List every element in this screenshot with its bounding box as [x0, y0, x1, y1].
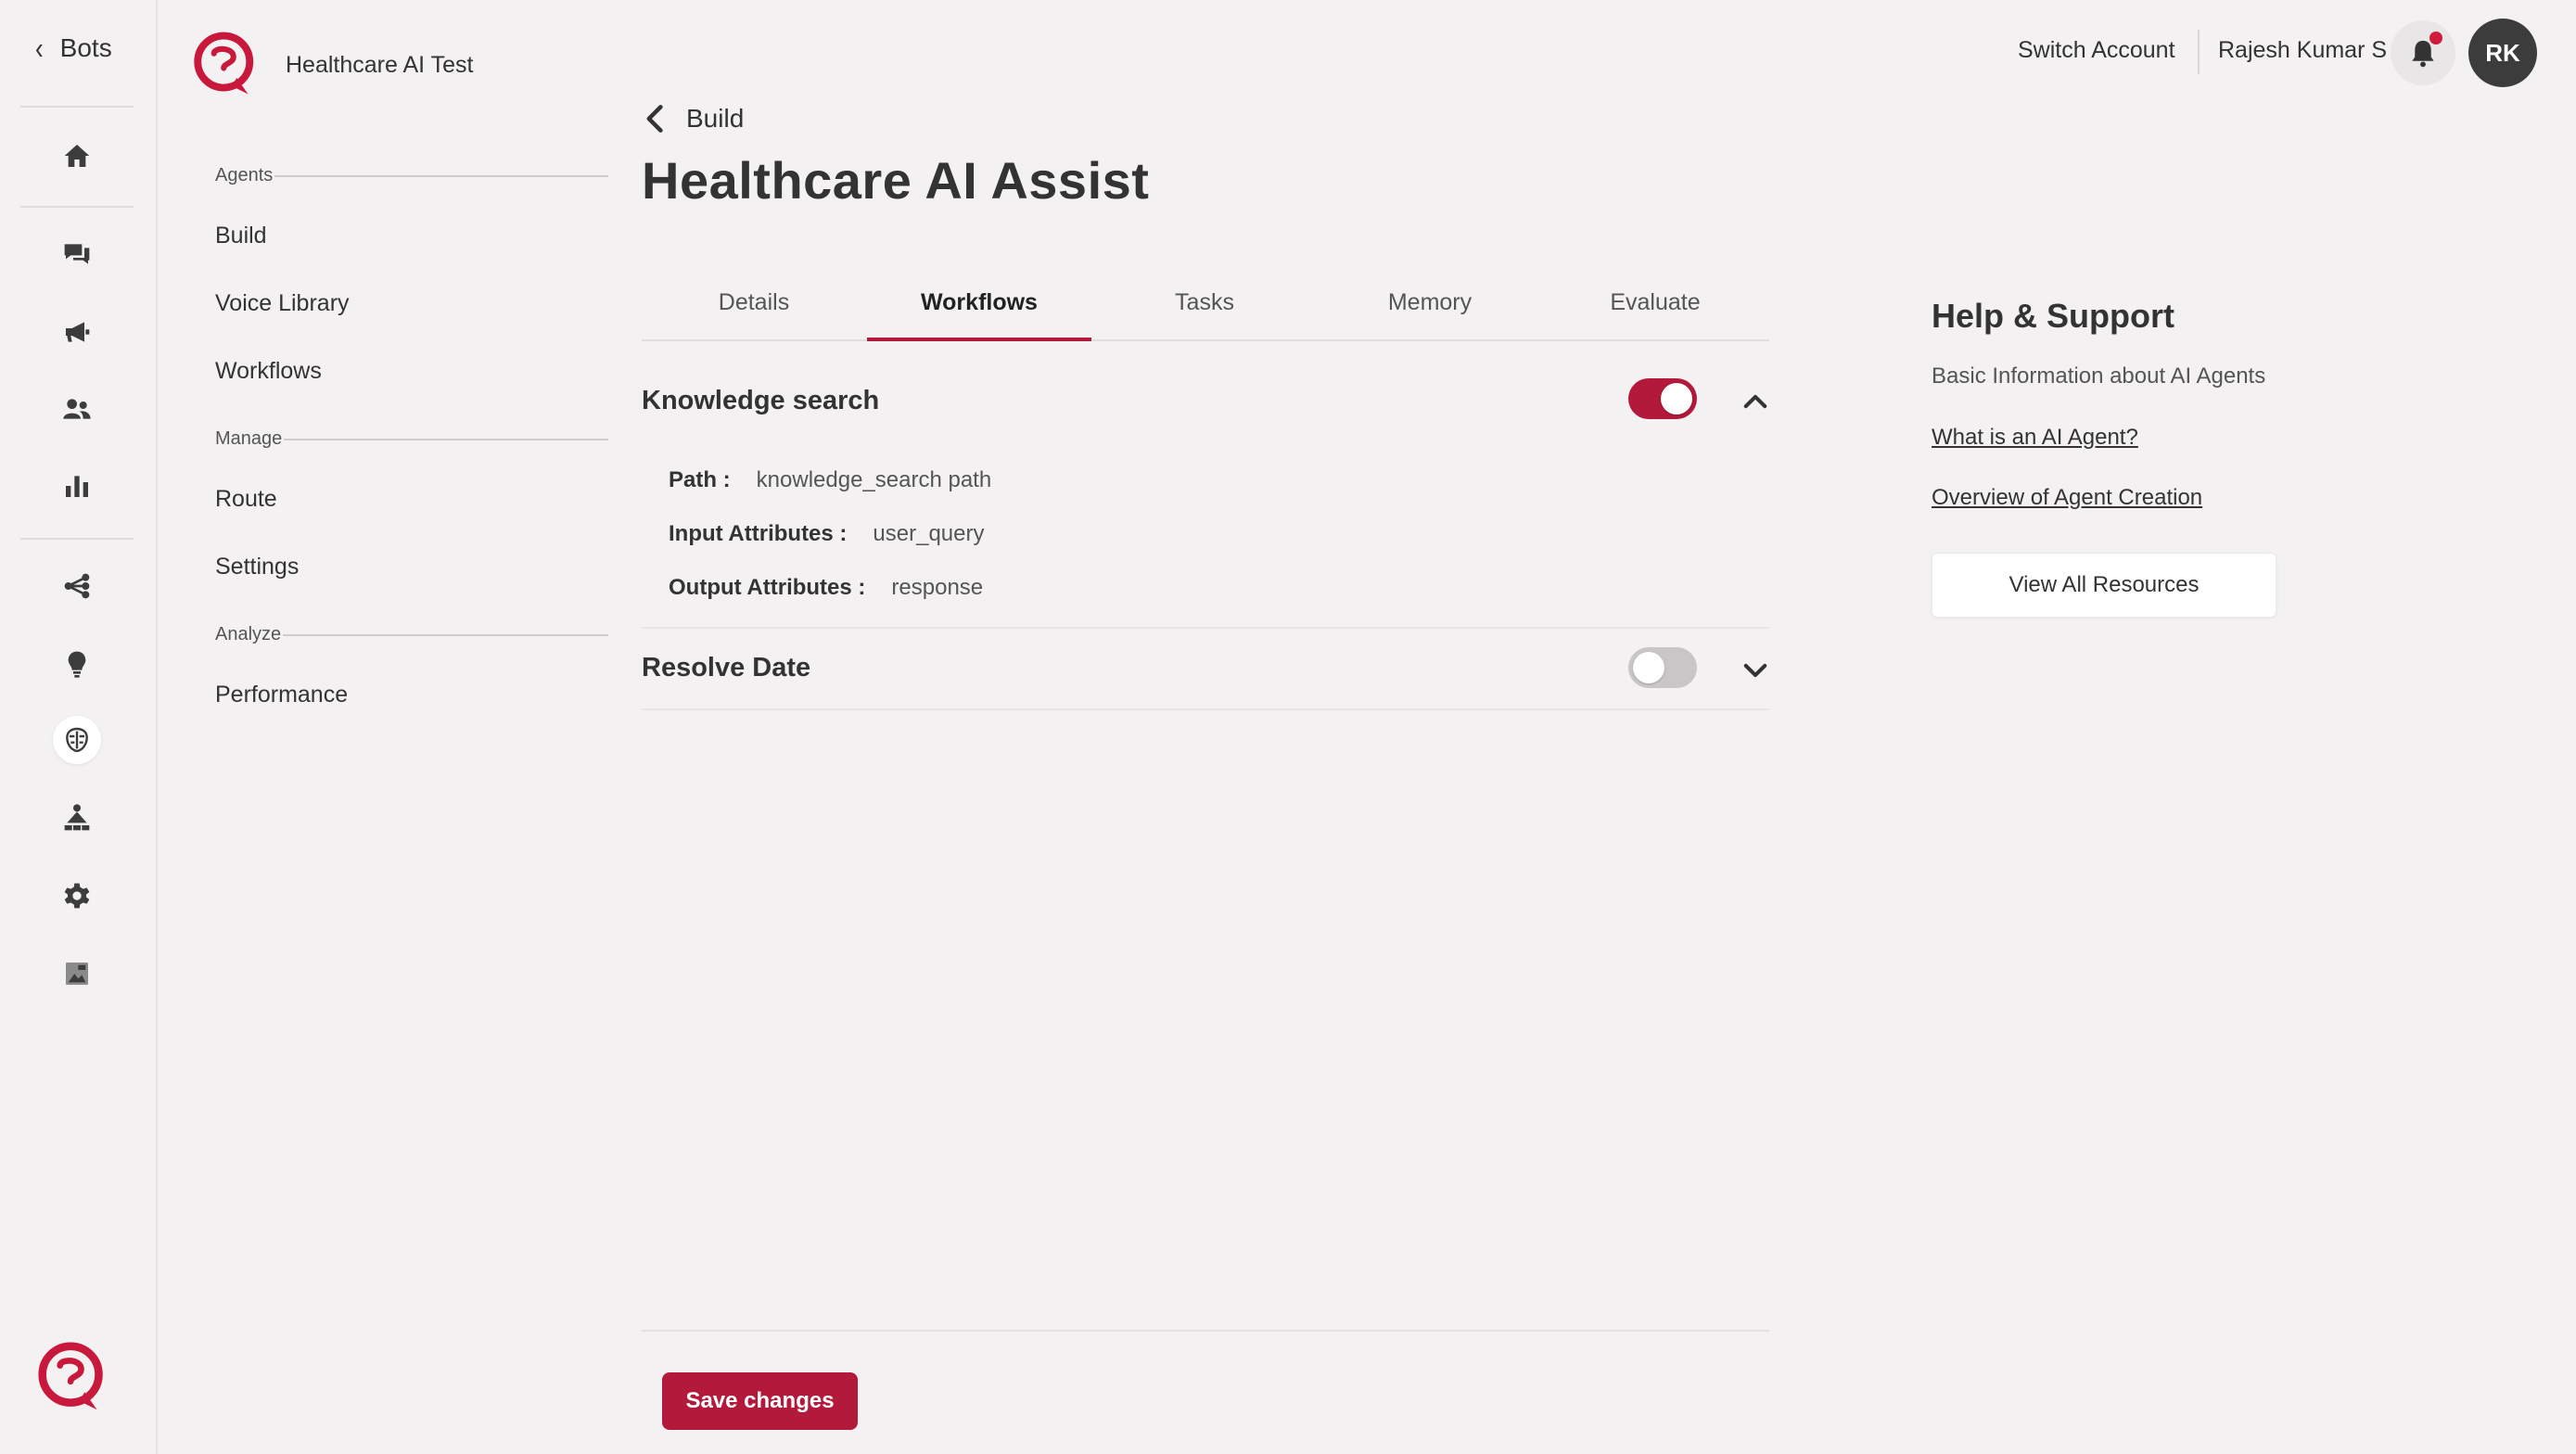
tab-bar: Details Workflows Tasks Memory Evaluate: [642, 278, 1769, 341]
nav-item-build[interactable]: Build: [215, 223, 267, 249]
megaphone-icon[interactable]: [53, 308, 101, 356]
toggle-knob: [1661, 383, 1692, 415]
attribute-key: Output Attributes :: [669, 575, 866, 600]
nav-section-manage: Manage: [215, 428, 608, 450]
attribute-value: knowledge_search path: [756, 467, 992, 492]
nav-item-voice-library[interactable]: Voice Library: [215, 290, 350, 317]
workflow-item-knowledge-search: Knowledge search Path : knowledge_search…: [642, 343, 1769, 629]
topbar-divider: [2198, 30, 2200, 74]
chevron-left-icon: ‹: [35, 29, 44, 66]
chevron-down-icon: [1743, 663, 1767, 678]
workflow-name: Knowledge search: [642, 386, 880, 415]
attribute-key: Path :: [669, 467, 731, 492]
page-title: Healthcare AI Assist: [642, 151, 1150, 210]
notification-dot: [2429, 32, 2442, 45]
workflow-name: Resolve Date: [642, 653, 811, 682]
tab-tasks[interactable]: Tasks: [1092, 278, 1317, 341]
attribute-value: response: [891, 575, 984, 600]
nav-section-analyze: Analyze: [215, 624, 608, 645]
arrow-left-icon: [646, 105, 663, 133]
brand: Healthcare AI Test: [193, 30, 473, 100]
nav-section-agents: Agents: [215, 165, 608, 186]
back-to-bots-link[interactable]: ‹ Bots: [35, 30, 112, 66]
chat-icon[interactable]: [53, 230, 101, 278]
workflow-item-resolve-date: Resolve Date: [642, 629, 1769, 710]
hierarchy-icon[interactable]: [53, 794, 101, 842]
notifications-button[interactable]: [2391, 20, 2455, 85]
brand-logo-icon: [194, 32, 254, 95]
workflow-enable-toggle[interactable]: [1628, 647, 1697, 688]
nav-section-label: Manage: [215, 428, 283, 449]
workflow-attribute-path: Path : knowledge_search path: [669, 467, 991, 493]
help-subtitle: Basic Information about AI Agents: [1932, 364, 2266, 389]
nav-item-settings[interactable]: Settings: [215, 554, 299, 580]
user-name[interactable]: Rajesh Kumar S: [2218, 37, 2387, 64]
help-title: Help & Support: [1932, 297, 2174, 335]
attribute-key: Input Attributes :: [669, 521, 848, 546]
switch-account-link[interactable]: Switch Account: [2018, 37, 2175, 64]
bot-name: Healthcare AI Test: [286, 51, 474, 78]
help-link-agent-creation[interactable]: Overview of Agent Creation: [1932, 485, 2202, 511]
bulb-icon[interactable]: [53, 640, 101, 688]
gear-icon[interactable]: [53, 872, 101, 920]
brain-icon[interactable]: [53, 716, 101, 764]
avatar[interactable]: RK: [2468, 19, 2537, 87]
help-link-what-is-agent[interactable]: What is an AI Agent?: [1932, 425, 2138, 451]
footer-divider: [642, 1330, 1769, 1332]
collapse-button[interactable]: [1740, 386, 1771, 417]
app-logo-icon: [38, 1342, 103, 1410]
bar-chart-icon[interactable]: [53, 462, 101, 510]
home-icon[interactable]: [53, 132, 101, 180]
nav-item-workflows[interactable]: Workflows: [215, 358, 322, 385]
tab-memory[interactable]: Memory: [1318, 278, 1542, 341]
tab-evaluate[interactable]: Evaluate: [1543, 278, 1767, 341]
breadcrumb-back-build[interactable]: Build: [642, 102, 744, 135]
tab-details[interactable]: Details: [642, 278, 866, 341]
breadcrumb-label: Build: [686, 104, 745, 133]
rail-divider: [20, 538, 134, 540]
rail-divider: [20, 106, 134, 108]
workflow-attribute-output: Output Attributes : response: [669, 575, 983, 601]
view-all-resources-button[interactable]: View All Resources: [1932, 553, 2276, 618]
nav-section-label: Analyze: [215, 624, 282, 644]
expand-button[interactable]: [1740, 655, 1771, 686]
image-icon[interactable]: [53, 950, 101, 998]
workflow-attribute-input: Input Attributes : user_query: [669, 521, 985, 547]
rail-divider: [20, 206, 134, 208]
save-changes-button[interactable]: Save changes: [662, 1372, 858, 1430]
workflow-enable-toggle[interactable]: [1628, 378, 1697, 419]
users-icon[interactable]: [53, 385, 101, 433]
nav-section-label: Agents: [215, 165, 274, 185]
tab-workflows[interactable]: Workflows: [867, 278, 1091, 341]
attribute-value: user_query: [873, 521, 985, 546]
nav-item-performance[interactable]: Performance: [215, 682, 348, 708]
icon-rail: ‹ Bots: [0, 0, 158, 1454]
toggle-knob: [1633, 652, 1664, 683]
nav-item-route[interactable]: Route: [215, 486, 277, 513]
chevron-up-icon: [1743, 394, 1767, 409]
workflow-icon[interactable]: [53, 562, 101, 610]
back-to-bots-label: Bots: [59, 33, 112, 62]
